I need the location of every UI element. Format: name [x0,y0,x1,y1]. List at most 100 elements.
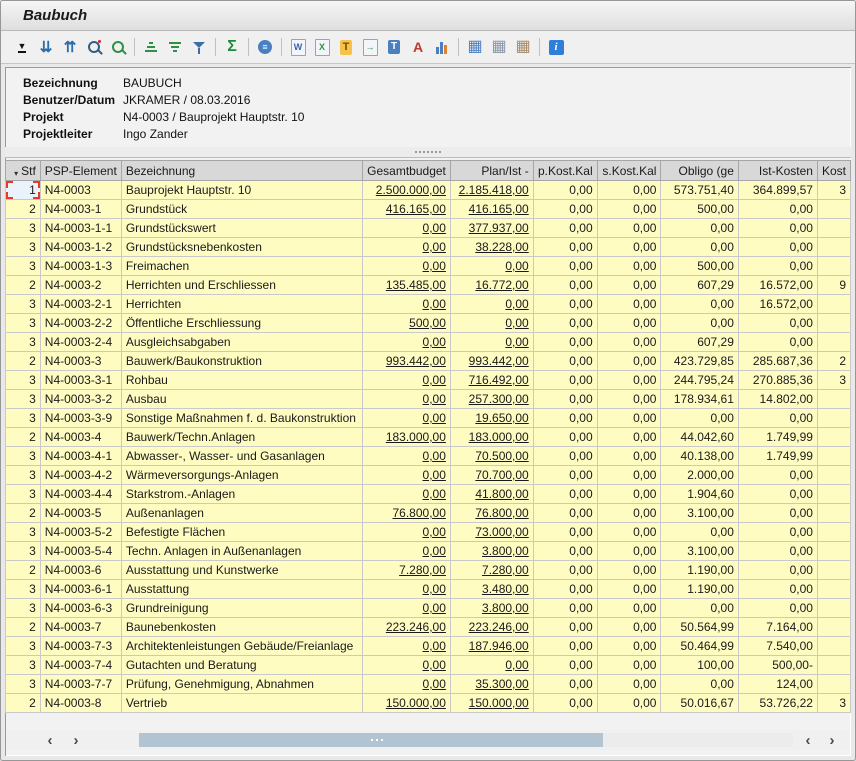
cell-skost[interactable]: 0,00 [597,428,661,447]
cell-obligo[interactable]: 44.042,60 [661,428,738,447]
cell-gesamt[interactable]: 183.000,00 [363,428,451,447]
cell-plan[interactable]: 3.800,00 [450,542,533,561]
cell-plan[interactable]: 0,00 [450,295,533,314]
amount-link[interactable]: 150.000,00 [386,696,446,710]
cell-obligo[interactable]: 607,29 [661,276,738,295]
amount-link[interactable]: 7.280,00 [399,563,446,577]
cell-bez[interactable]: Sonstige Maßnahmen f. d. Baukonstruktion [121,409,362,428]
cell-ist[interactable]: 500,00- [738,656,817,675]
cell-ist[interactable]: 16.572,00 [738,295,817,314]
cell-pkost[interactable]: 0,00 [533,428,597,447]
column-header-ist[interactable]: Ist-Kosten [738,161,817,181]
cell-obligo[interactable]: 0,00 [661,409,738,428]
cell-obligo[interactable]: 50.464,99 [661,637,738,656]
cell-gesamt[interactable]: 135.485,00 [363,276,451,295]
cell-stf[interactable]: 2 [6,504,41,523]
cell-kost[interactable]: 2 [817,352,850,371]
cell-ist[interactable]: 0,00 [738,466,817,485]
cell-plan[interactable]: 716.492,00 [450,371,533,390]
cell-psp[interactable]: N4-0003-4-1 [40,447,121,466]
find-icon[interactable] [83,36,105,58]
cell-bez[interactable]: Bauwerk/Techn.Anlagen [121,428,362,447]
amount-link[interactable]: 0,00 [423,449,446,463]
cell-bez[interactable]: Bauwerk/Baukonstruktion [121,352,362,371]
amount-link[interactable]: 135.485,00 [386,278,446,292]
scroll-left-icon[interactable]: ‹ [41,730,59,750]
cell-obligo[interactable]: 0,00 [661,238,738,257]
cell-kost[interactable] [817,523,850,542]
cell-stf[interactable]: 3 [6,637,41,656]
cell-gesamt[interactable]: 0,00 [363,580,451,599]
cell-stf[interactable]: 1 [6,181,41,200]
grid-layout-icon[interactable]: ▦ [464,36,486,58]
cell-stf[interactable]: 3 [6,580,41,599]
cell-pkost[interactable]: 0,00 [533,352,597,371]
cell-obligo[interactable]: 0,00 [661,523,738,542]
cell-skost[interactable]: 0,00 [597,466,661,485]
cell-bez[interactable]: Prüfung, Genehmigung, Abnahmen [121,675,362,694]
cell-plan[interactable]: 187.946,00 [450,637,533,656]
cell-pkost[interactable]: 0,00 [533,238,597,257]
print-preview-icon[interactable]: ≡ [254,36,276,58]
cell-kost[interactable] [817,618,850,637]
cell-ist[interactable]: 53.726,22 [738,694,817,713]
cell-pkost[interactable]: 0,00 [533,409,597,428]
cell-skost[interactable]: 0,00 [597,409,661,428]
cell-skost[interactable]: 0,00 [597,656,661,675]
cell-bez[interactable]: Ausbau [121,390,362,409]
cell-stf[interactable]: 3 [6,257,41,276]
cell-skost[interactable]: 0,00 [597,523,661,542]
cell-gesamt[interactable]: 7.280,00 [363,561,451,580]
cell-bez[interactable]: Starkstrom.-Anlagen [121,485,362,504]
amount-link[interactable]: 223.246,00 [469,620,529,634]
cell-pkost[interactable]: 0,00 [533,523,597,542]
cell-bez[interactable]: Herrichten [121,295,362,314]
amount-link[interactable]: 70.700,00 [475,468,528,482]
cell-gesamt[interactable]: 0,00 [363,371,451,390]
cell-gesamt[interactable]: 0,00 [363,523,451,542]
column-header-plan[interactable]: Plan/Ist - [450,161,533,181]
cell-kost[interactable] [817,390,850,409]
amount-link[interactable]: 0,00 [423,468,446,482]
cell-plan[interactable]: 73.000,00 [450,523,533,542]
excel-export-icon[interactable]: X [311,36,333,58]
amount-link[interactable]: 0,00 [423,392,446,406]
cell-psp[interactable]: N4-0003-1-1 [40,219,121,238]
cell-stf[interactable]: 2 [6,200,41,219]
cell-skost[interactable]: 0,00 [597,333,661,352]
cell-bez[interactable]: Herrichten und Erschliessen [121,276,362,295]
amount-link[interactable]: 0,00 [423,582,446,596]
cell-bez[interactable]: Ausstattung [121,580,362,599]
cell-plan[interactable]: 19.650,00 [450,409,533,428]
cell-obligo[interactable]: 3.100,00 [661,542,738,561]
cell-plan[interactable]: 0,00 [450,333,533,352]
info-icon[interactable]: i [545,36,567,58]
cell-psp[interactable]: N4-0003-4-2 [40,466,121,485]
cell-stf[interactable]: 3 [6,333,41,352]
cell-pkost[interactable]: 0,00 [533,295,597,314]
cell-ist[interactable]: 0,00 [738,219,817,238]
amount-link[interactable]: 0,00 [423,335,446,349]
cell-ist[interactable]: 0,00 [738,523,817,542]
cell-ist[interactable]: 7.540,00 [738,637,817,656]
cell-kost[interactable] [817,504,850,523]
cell-ist[interactable]: 7.164,00 [738,618,817,637]
cell-ist[interactable]: 0,00 [738,504,817,523]
cell-skost[interactable]: 0,00 [597,504,661,523]
amount-link[interactable]: 41.800,00 [475,487,528,501]
cell-bez[interactable]: Außenanlagen [121,504,362,523]
cell-obligo[interactable]: 0,00 [661,675,738,694]
cell-stf[interactable]: 3 [6,485,41,504]
cell-bez[interactable]: Befestigte Flächen [121,523,362,542]
cell-pkost[interactable]: 0,00 [533,447,597,466]
select-all-icon[interactable]: ▼ [11,36,33,58]
amount-link[interactable]: 3.800,00 [482,544,529,558]
cell-plan[interactable]: 7.280,00 [450,561,533,580]
cell-skost[interactable]: 0,00 [597,276,661,295]
cell-kost[interactable] [817,257,850,276]
cell-psp[interactable]: N4-0003-7-3 [40,637,121,656]
cell-skost[interactable]: 0,00 [597,314,661,333]
cell-plan[interactable]: 3.800,00 [450,599,533,618]
cell-ist[interactable]: 285.687,36 [738,352,817,371]
cell-pkost[interactable]: 0,00 [533,542,597,561]
